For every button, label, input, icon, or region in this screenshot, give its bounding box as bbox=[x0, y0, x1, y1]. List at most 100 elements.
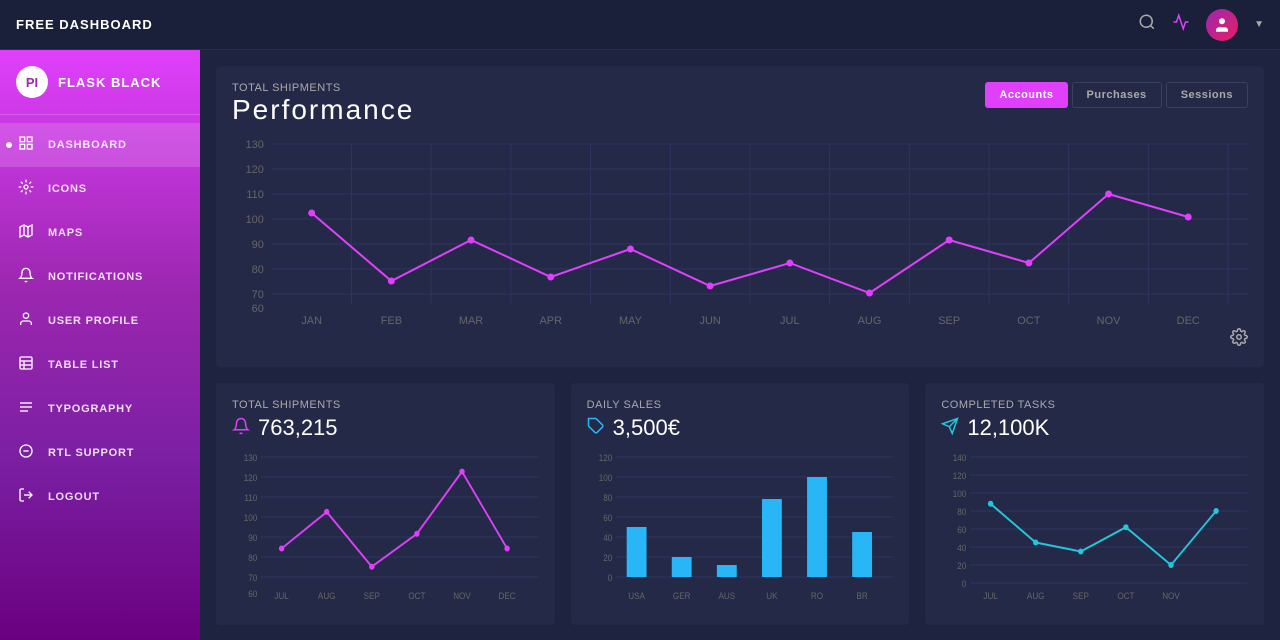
tab-sessions[interactable]: Sessions bbox=[1166, 82, 1248, 108]
sidebar-label-maps: MAPS bbox=[48, 227, 83, 239]
sidebar-label-logout: LOGOUT bbox=[48, 491, 100, 503]
svg-text:120: 120 bbox=[598, 453, 612, 464]
chart-title: Performance bbox=[232, 94, 414, 126]
bell-icon bbox=[232, 417, 250, 440]
tag-icon bbox=[587, 417, 605, 440]
user-profile-icon bbox=[16, 311, 36, 331]
svg-text:AUG: AUG bbox=[318, 591, 336, 602]
avatar[interactable] bbox=[1206, 9, 1238, 41]
svg-text:USA: USA bbox=[628, 591, 645, 602]
chart-subtitle: Total Shipments bbox=[232, 82, 414, 94]
svg-text:20: 20 bbox=[603, 553, 612, 564]
sidebar-item-table-list[interactable]: TABLE LIST bbox=[0, 343, 200, 387]
svg-text:110: 110 bbox=[244, 493, 257, 504]
main-content: Total Shipments Performance Accounts Pur… bbox=[200, 50, 1280, 640]
svg-text:40: 40 bbox=[958, 543, 967, 554]
send-icon bbox=[941, 417, 959, 440]
svg-text:DEC: DEC bbox=[499, 591, 516, 602]
icons-icon bbox=[16, 179, 36, 199]
chart-header: Total Shipments Performance Accounts Pur… bbox=[232, 82, 1248, 126]
svg-text:20: 20 bbox=[958, 561, 967, 572]
sidebar-item-user-profile[interactable]: USER PROFILE bbox=[0, 299, 200, 343]
svg-text:80: 80 bbox=[603, 493, 612, 504]
bottom-row: Total Shipments 763,215 .gl{stroke:#2e34… bbox=[216, 383, 1264, 625]
svg-text:GER: GER bbox=[673, 591, 691, 602]
sidebar-brand: FLASK BLACK bbox=[58, 75, 161, 90]
svg-text:60: 60 bbox=[252, 303, 264, 315]
svg-text:60: 60 bbox=[603, 513, 612, 524]
svg-text:40: 40 bbox=[603, 533, 612, 544]
activity-icon[interactable] bbox=[1172, 13, 1190, 36]
sidebar-item-typography[interactable]: TYPOGRAPHY bbox=[0, 387, 200, 431]
sidebar-label-rtl-support: RTL SUPPORT bbox=[48, 447, 134, 459]
tasks-title: Completed Tasks bbox=[941, 399, 1248, 411]
svg-text:60: 60 bbox=[958, 525, 967, 536]
svg-text:UK: UK bbox=[766, 591, 778, 602]
svg-text:130: 130 bbox=[244, 453, 258, 464]
svg-text:120: 120 bbox=[246, 164, 264, 176]
sidebar-item-maps[interactable]: MAPS bbox=[0, 211, 200, 255]
svg-text:120: 120 bbox=[244, 473, 258, 484]
svg-text:80: 80 bbox=[248, 553, 257, 564]
rtl-support-icon bbox=[16, 443, 36, 463]
svg-text:MAR: MAR bbox=[459, 315, 483, 327]
logout-icon bbox=[16, 487, 36, 507]
svg-text:80: 80 bbox=[252, 264, 264, 276]
svg-text:SEP: SEP bbox=[364, 591, 381, 602]
sales-value: 3,500€ bbox=[587, 415, 894, 441]
svg-text:SEP: SEP bbox=[938, 315, 960, 327]
settings-icon[interactable] bbox=[1230, 328, 1248, 351]
sidebar-label-table-list: TABLE LIST bbox=[48, 359, 119, 371]
sidebar-item-rtl-support[interactable]: RTL SUPPORT bbox=[0, 431, 200, 475]
sidebar-item-dashboard[interactable]: DASHBOARD bbox=[0, 123, 200, 167]
svg-text:SEP: SEP bbox=[1073, 591, 1090, 602]
active-indicator bbox=[6, 142, 12, 148]
svg-text:130: 130 bbox=[246, 139, 264, 151]
svg-text:RO: RO bbox=[811, 591, 823, 602]
sidebar-item-icons[interactable]: ICONS bbox=[0, 167, 200, 211]
svg-text:NOV: NOV bbox=[1163, 591, 1181, 602]
svg-text:JUL: JUL bbox=[274, 591, 289, 602]
user-dropdown-arrow[interactable]: ▼ bbox=[1254, 19, 1264, 30]
performance-chart: .grid-line { stroke: #2e3460; stroke-wid… bbox=[232, 134, 1248, 334]
svg-text:70: 70 bbox=[248, 573, 257, 584]
svg-text:90: 90 bbox=[248, 533, 257, 544]
svg-text:AUG: AUG bbox=[858, 315, 882, 327]
sidebar-label-dashboard: DASHBOARD bbox=[48, 139, 127, 151]
svg-text:100: 100 bbox=[953, 489, 967, 500]
svg-text:100: 100 bbox=[244, 513, 258, 524]
sidebar-menu: DASHBOARD ICONS MAPS bbox=[0, 115, 200, 527]
svg-text:OCT: OCT bbox=[1017, 315, 1040, 327]
tab-purchases[interactable]: Purchases bbox=[1072, 82, 1162, 108]
tasks-value: 12,100K bbox=[941, 415, 1248, 441]
sidebar-label-icons: ICONS bbox=[48, 183, 87, 195]
table-list-icon bbox=[16, 355, 36, 375]
svg-text:JUL: JUL bbox=[780, 315, 799, 327]
chart-tabs: Accounts Purchases Sessions bbox=[985, 82, 1248, 108]
svg-text:BR: BR bbox=[856, 591, 867, 602]
shipments-value: 763,215 bbox=[232, 415, 539, 441]
search-icon[interactable] bbox=[1138, 13, 1156, 36]
typography-icon bbox=[16, 399, 36, 419]
tab-accounts[interactable]: Accounts bbox=[985, 82, 1067, 108]
svg-text:100: 100 bbox=[598, 473, 612, 484]
svg-text:110: 110 bbox=[246, 189, 263, 201]
svg-text:OCT: OCT bbox=[1118, 591, 1136, 602]
sidebar-item-logout[interactable]: LOGOUT bbox=[0, 475, 200, 519]
svg-text:NOV: NOV bbox=[453, 591, 471, 602]
navbar: FREE DASHBOARD ▼ bbox=[0, 0, 1280, 50]
sidebar-item-notifications[interactable]: NOTIFICATIONS bbox=[0, 255, 200, 299]
svg-text:80: 80 bbox=[958, 507, 967, 518]
svg-text:0: 0 bbox=[607, 573, 612, 584]
svg-text:NOV: NOV bbox=[1097, 315, 1121, 327]
sidebar-header: PI FLASK BLACK bbox=[0, 50, 200, 115]
sidebar: PI FLASK BLACK DASHBOARD bbox=[0, 50, 200, 640]
maps-icon bbox=[16, 223, 36, 243]
navbar-brand: FREE DASHBOARD bbox=[16, 17, 153, 32]
svg-text:100: 100 bbox=[246, 214, 264, 226]
bottom-card-shipments: Total Shipments 763,215 .gl{stroke:#2e34… bbox=[216, 383, 555, 625]
svg-text:90: 90 bbox=[252, 239, 264, 251]
sales-title: Daily Sales bbox=[587, 399, 894, 411]
svg-text:AUS: AUS bbox=[718, 591, 735, 602]
svg-text:AUG: AUG bbox=[1027, 591, 1045, 602]
